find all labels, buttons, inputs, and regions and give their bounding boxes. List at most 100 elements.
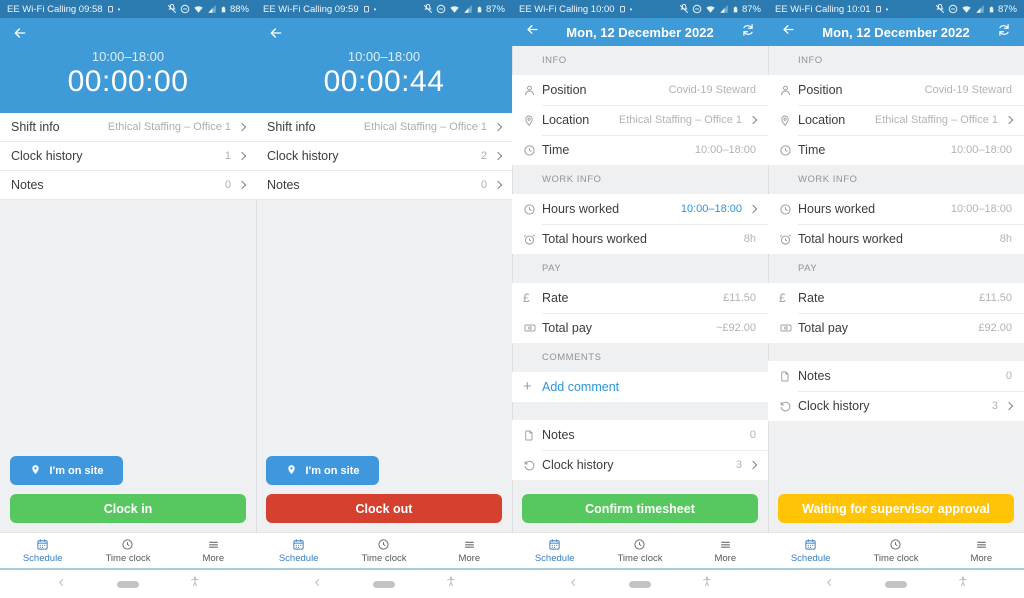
refresh-button[interactable] <box>737 21 759 43</box>
row-notes[interactable]: Notes 0 <box>768 361 1024 391</box>
row-label: Shift info <box>11 120 60 134</box>
row-hours-worked[interactable]: Hours worked 10:00–18:00 <box>512 194 768 224</box>
row-add-comment[interactable]: + Add comment <box>512 372 768 402</box>
row-clock-history[interactable]: Clock history 2 <box>256 142 512 171</box>
accessibility-person-icon[interactable] <box>701 575 713 593</box>
row-label: Clock history <box>11 149 83 163</box>
row-label: Time <box>542 143 569 157</box>
nav-more[interactable]: More <box>427 533 512 568</box>
nav-schedule[interactable]: Schedule <box>768 533 853 568</box>
signal-icon <box>463 4 473 14</box>
android-home-pill[interactable] <box>629 581 651 588</box>
row-location[interactable]: Location Ethical Staffing – Office 1 <box>768 105 1024 135</box>
android-back-icon[interactable] <box>824 575 835 593</box>
chevron-right-icon <box>238 123 246 131</box>
android-back-icon[interactable] <box>312 575 323 593</box>
im-on-site-button[interactable]: I'm on site <box>10 456 123 485</box>
confirm-timesheet-button[interactable]: Confirm timesheet <box>522 494 758 523</box>
row-location[interactable]: Location Ethical Staffing – Office 1 <box>512 105 768 135</box>
nav-time-clock[interactable]: Time clock <box>85 533 170 568</box>
nav-schedule[interactable]: Schedule <box>256 533 341 568</box>
row-notes[interactable]: Notes 0 <box>512 420 768 450</box>
section-header-pay: PAY <box>512 254 768 283</box>
nav-schedule[interactable]: Schedule <box>512 533 597 568</box>
row-value: £11.50 <box>979 292 1012 304</box>
nav-time-clock[interactable]: Time clock <box>341 533 426 568</box>
row-clock-history[interactable]: Clock history 3 <box>768 391 1024 421</box>
battery-percent: 87% <box>742 4 761 15</box>
back-button[interactable] <box>265 24 287 46</box>
section-header-work-info: WORK INFO <box>512 165 768 194</box>
mute-icon <box>167 4 177 14</box>
nav-schedule[interactable]: Schedule <box>0 533 85 568</box>
chevron-right-icon <box>1005 116 1013 124</box>
android-back-icon[interactable] <box>56 575 67 593</box>
android-home-pill[interactable] <box>373 581 395 588</box>
row-label: Notes <box>542 428 575 442</box>
row-position: Position Covid-19 Steward <box>768 75 1024 105</box>
nav-time-clock[interactable]: Time clock <box>853 533 938 568</box>
row-notes[interactable]: Notes 0 <box>256 171 512 200</box>
accessibility-person-icon[interactable] <box>957 575 969 593</box>
menu-icon <box>207 538 220 551</box>
notification-dot-icon: • <box>374 5 377 14</box>
nav-more[interactable]: More <box>939 533 1024 568</box>
app-bar: Mon, 12 December 2022 <box>512 18 768 46</box>
im-on-site-button[interactable]: I'm on site <box>266 456 379 485</box>
chevron-right-icon <box>749 116 757 124</box>
nav-more[interactable]: More <box>171 533 256 568</box>
android-gesture-bar <box>256 570 512 598</box>
back-button[interactable] <box>777 21 799 43</box>
screen-timesheet-waiting: EE Wi-Fi Calling 10:01 • 87% Mon, 12 Dec… <box>768 0 1024 598</box>
row-value: 3 <box>992 400 998 412</box>
android-gesture-bar <box>768 570 1024 598</box>
nav-label: Time clock <box>361 553 406 564</box>
row-shift-info[interactable]: Shift info Ethical Staffing – Office 1 <box>0 113 256 142</box>
row-clock-history[interactable]: Clock history 3 <box>512 450 768 480</box>
nav-label: Schedule <box>279 553 319 564</box>
android-home-pill[interactable] <box>885 581 907 588</box>
chevron-right-icon <box>749 461 757 469</box>
row-total-pay: Total pay ~£92.00 <box>512 313 768 343</box>
waiting-approval-button[interactable]: Waiting for supervisor approval <box>778 494 1014 523</box>
refresh-button[interactable] <box>993 21 1015 43</box>
nav-label: Schedule <box>791 553 831 564</box>
pound-icon: £ <box>523 292 542 304</box>
chevron-right-icon <box>494 123 502 131</box>
clock-out-button[interactable]: Clock out <box>266 494 502 523</box>
mute-icon <box>935 4 945 14</box>
status-bar: EE Wi-Fi Calling 09:59 • 87% <box>256 0 512 18</box>
screen-timesheet-confirm: EE Wi-Fi Calling 10:00 • 87% Mon, 12 Dec… <box>512 0 768 598</box>
section-header-work-info: WORK INFO <box>768 165 1024 194</box>
row-time: Time 10:00–18:00 <box>512 135 768 165</box>
row-position: Position Covid-19 Steward <box>512 75 768 105</box>
row-value: Ethical Staffing – Office 1 <box>875 114 998 126</box>
accessibility-person-icon[interactable] <box>445 575 457 593</box>
nav-label: More <box>458 553 480 564</box>
row-shift-info[interactable]: Shift info Ethical Staffing – Office 1 <box>256 113 512 142</box>
menu-icon <box>719 538 732 551</box>
location-pin-icon <box>523 114 542 127</box>
clock-icon <box>377 538 390 551</box>
clock-icon <box>121 538 134 551</box>
clock-in-button[interactable]: Clock in <box>10 494 246 523</box>
notification-dot-icon: • <box>886 5 889 14</box>
nav-more[interactable]: More <box>683 533 768 568</box>
row-clock-history[interactable]: Clock history 1 <box>0 142 256 171</box>
accessibility-person-icon[interactable] <box>189 575 201 593</box>
row-value: 1 <box>225 150 231 162</box>
screen-clock-in: EE Wi-Fi Calling 09:58 • 88% 10:00–18:00… <box>0 0 256 598</box>
back-button[interactable] <box>521 21 543 43</box>
bottom-nav: Schedule Time clock More <box>256 532 512 570</box>
nav-time-clock[interactable]: Time clock <box>597 533 682 568</box>
row-value: 3 <box>736 459 742 471</box>
android-back-icon[interactable] <box>568 575 579 593</box>
android-gesture-bar <box>512 570 768 598</box>
android-home-pill[interactable] <box>117 581 139 588</box>
clock-out-label: Clock out <box>356 502 413 516</box>
row-notes[interactable]: Notes 0 <box>0 171 256 200</box>
nav-label: Schedule <box>23 553 63 564</box>
back-button[interactable] <box>9 24 31 46</box>
chevron-right-icon <box>494 152 502 160</box>
nav-label: Schedule <box>535 553 575 564</box>
